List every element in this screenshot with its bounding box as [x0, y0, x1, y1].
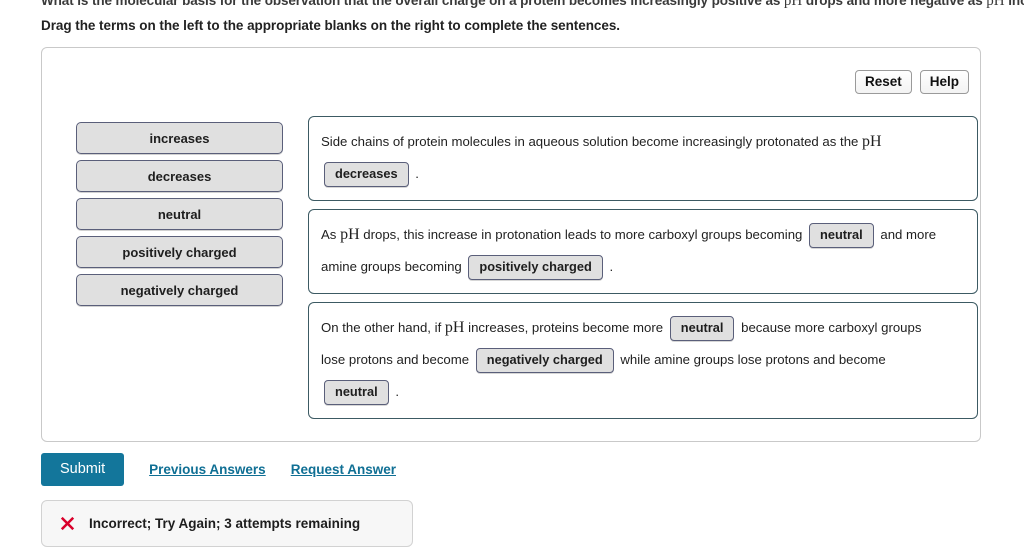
sentence-text: .: [411, 166, 419, 181]
filled-blank[interactable]: neutral: [669, 316, 735, 342]
question-heading: What is the molecular basis for the obse…: [41, 0, 1024, 10]
term-chip-label: decreases: [147, 168, 212, 184]
sentence-box: Side chains of protein molecules in aque…: [308, 116, 978, 201]
question-text-before: What is the molecular basis for the obse…: [41, 0, 784, 8]
ph-variable: pH: [444, 319, 465, 336]
reset-button[interactable]: Reset: [854, 70, 912, 94]
sentence-text: while amine groups lose protons and beco…: [616, 352, 886, 367]
filled-blank[interactable]: decreases: [324, 162, 409, 188]
sentence-box: On the other hand, if pH increases, prot…: [308, 302, 978, 419]
sentence-text: because more carboxyl groups: [737, 320, 922, 335]
sentence-text: amine groups becoming: [321, 259, 466, 274]
sentence-text: lose protons and become: [321, 352, 473, 367]
term-chip[interactable]: increases: [76, 122, 283, 154]
sentence-text: .: [605, 259, 614, 274]
filled-blank[interactable]: negatively charged: [475, 348, 614, 374]
ph-variable: pH: [783, 0, 803, 9]
drag-drop-activity-panel: Reset Help increases decreases neutral posi…: [41, 47, 981, 442]
help-button[interactable]: Help: [919, 70, 969, 94]
previous-answers-link[interactable]: Previous Answers: [149, 462, 266, 477]
ph-variable: pH: [340, 226, 360, 243]
sentence-text: As: [321, 227, 341, 242]
drag-instruction: Drag the terms on the left to the approp…: [41, 18, 620, 33]
sentence-text: Side chains of protein molecules in aque…: [321, 134, 863, 149]
filled-blank[interactable]: positively charged: [468, 255, 603, 281]
term-bank: increases decreases neutral positively char…: [76, 122, 283, 312]
sentence-text: On the other hand, if: [321, 320, 445, 335]
sentence-text: .: [391, 384, 399, 399]
term-chip-label: neutral: [157, 206, 202, 222]
feedback-banner: Incorrect; Try Again; 3 attempts remaini…: [41, 500, 413, 547]
question-text-middle: drops and more negative as: [802, 0, 987, 8]
panel-toolbar: Reset Help: [854, 70, 969, 94]
submit-button[interactable]: Submit: [41, 453, 125, 486]
ph-variable: pH: [986, 0, 1005, 9]
sentence-text: increases, proteins become more: [464, 320, 667, 335]
term-chip-label: increases: [149, 130, 210, 146]
submit-row: Submit Previous Answers Request Answer: [41, 453, 396, 486]
term-chip[interactable]: positively charged: [76, 236, 283, 268]
request-answer-link[interactable]: Request Answer: [291, 462, 396, 477]
feedback-message: Incorrect; Try Again; 3 attempts remaini…: [89, 516, 361, 531]
sentence-text: and more: [876, 227, 937, 242]
sentence-drop-area: Side chains of protein molecules in aque…: [308, 116, 978, 427]
filled-blank[interactable]: neutral: [809, 223, 874, 249]
term-chip[interactable]: neutral: [76, 198, 283, 230]
term-chip[interactable]: decreases: [76, 160, 283, 192]
ph-variable: pH: [862, 133, 882, 150]
sentence-text: drops, this increase in protonation lead…: [359, 227, 807, 242]
term-chip-label: negatively charged: [120, 282, 239, 298]
term-chip-label: positively charged: [122, 244, 237, 260]
x-mark-icon: [60, 516, 75, 531]
question-text-after: inc: [1008, 0, 1024, 8]
sentence-box: As pH drops, this increase in protonatio…: [308, 209, 978, 294]
filled-blank[interactable]: neutral: [324, 380, 389, 406]
term-chip[interactable]: negatively charged: [76, 274, 283, 306]
